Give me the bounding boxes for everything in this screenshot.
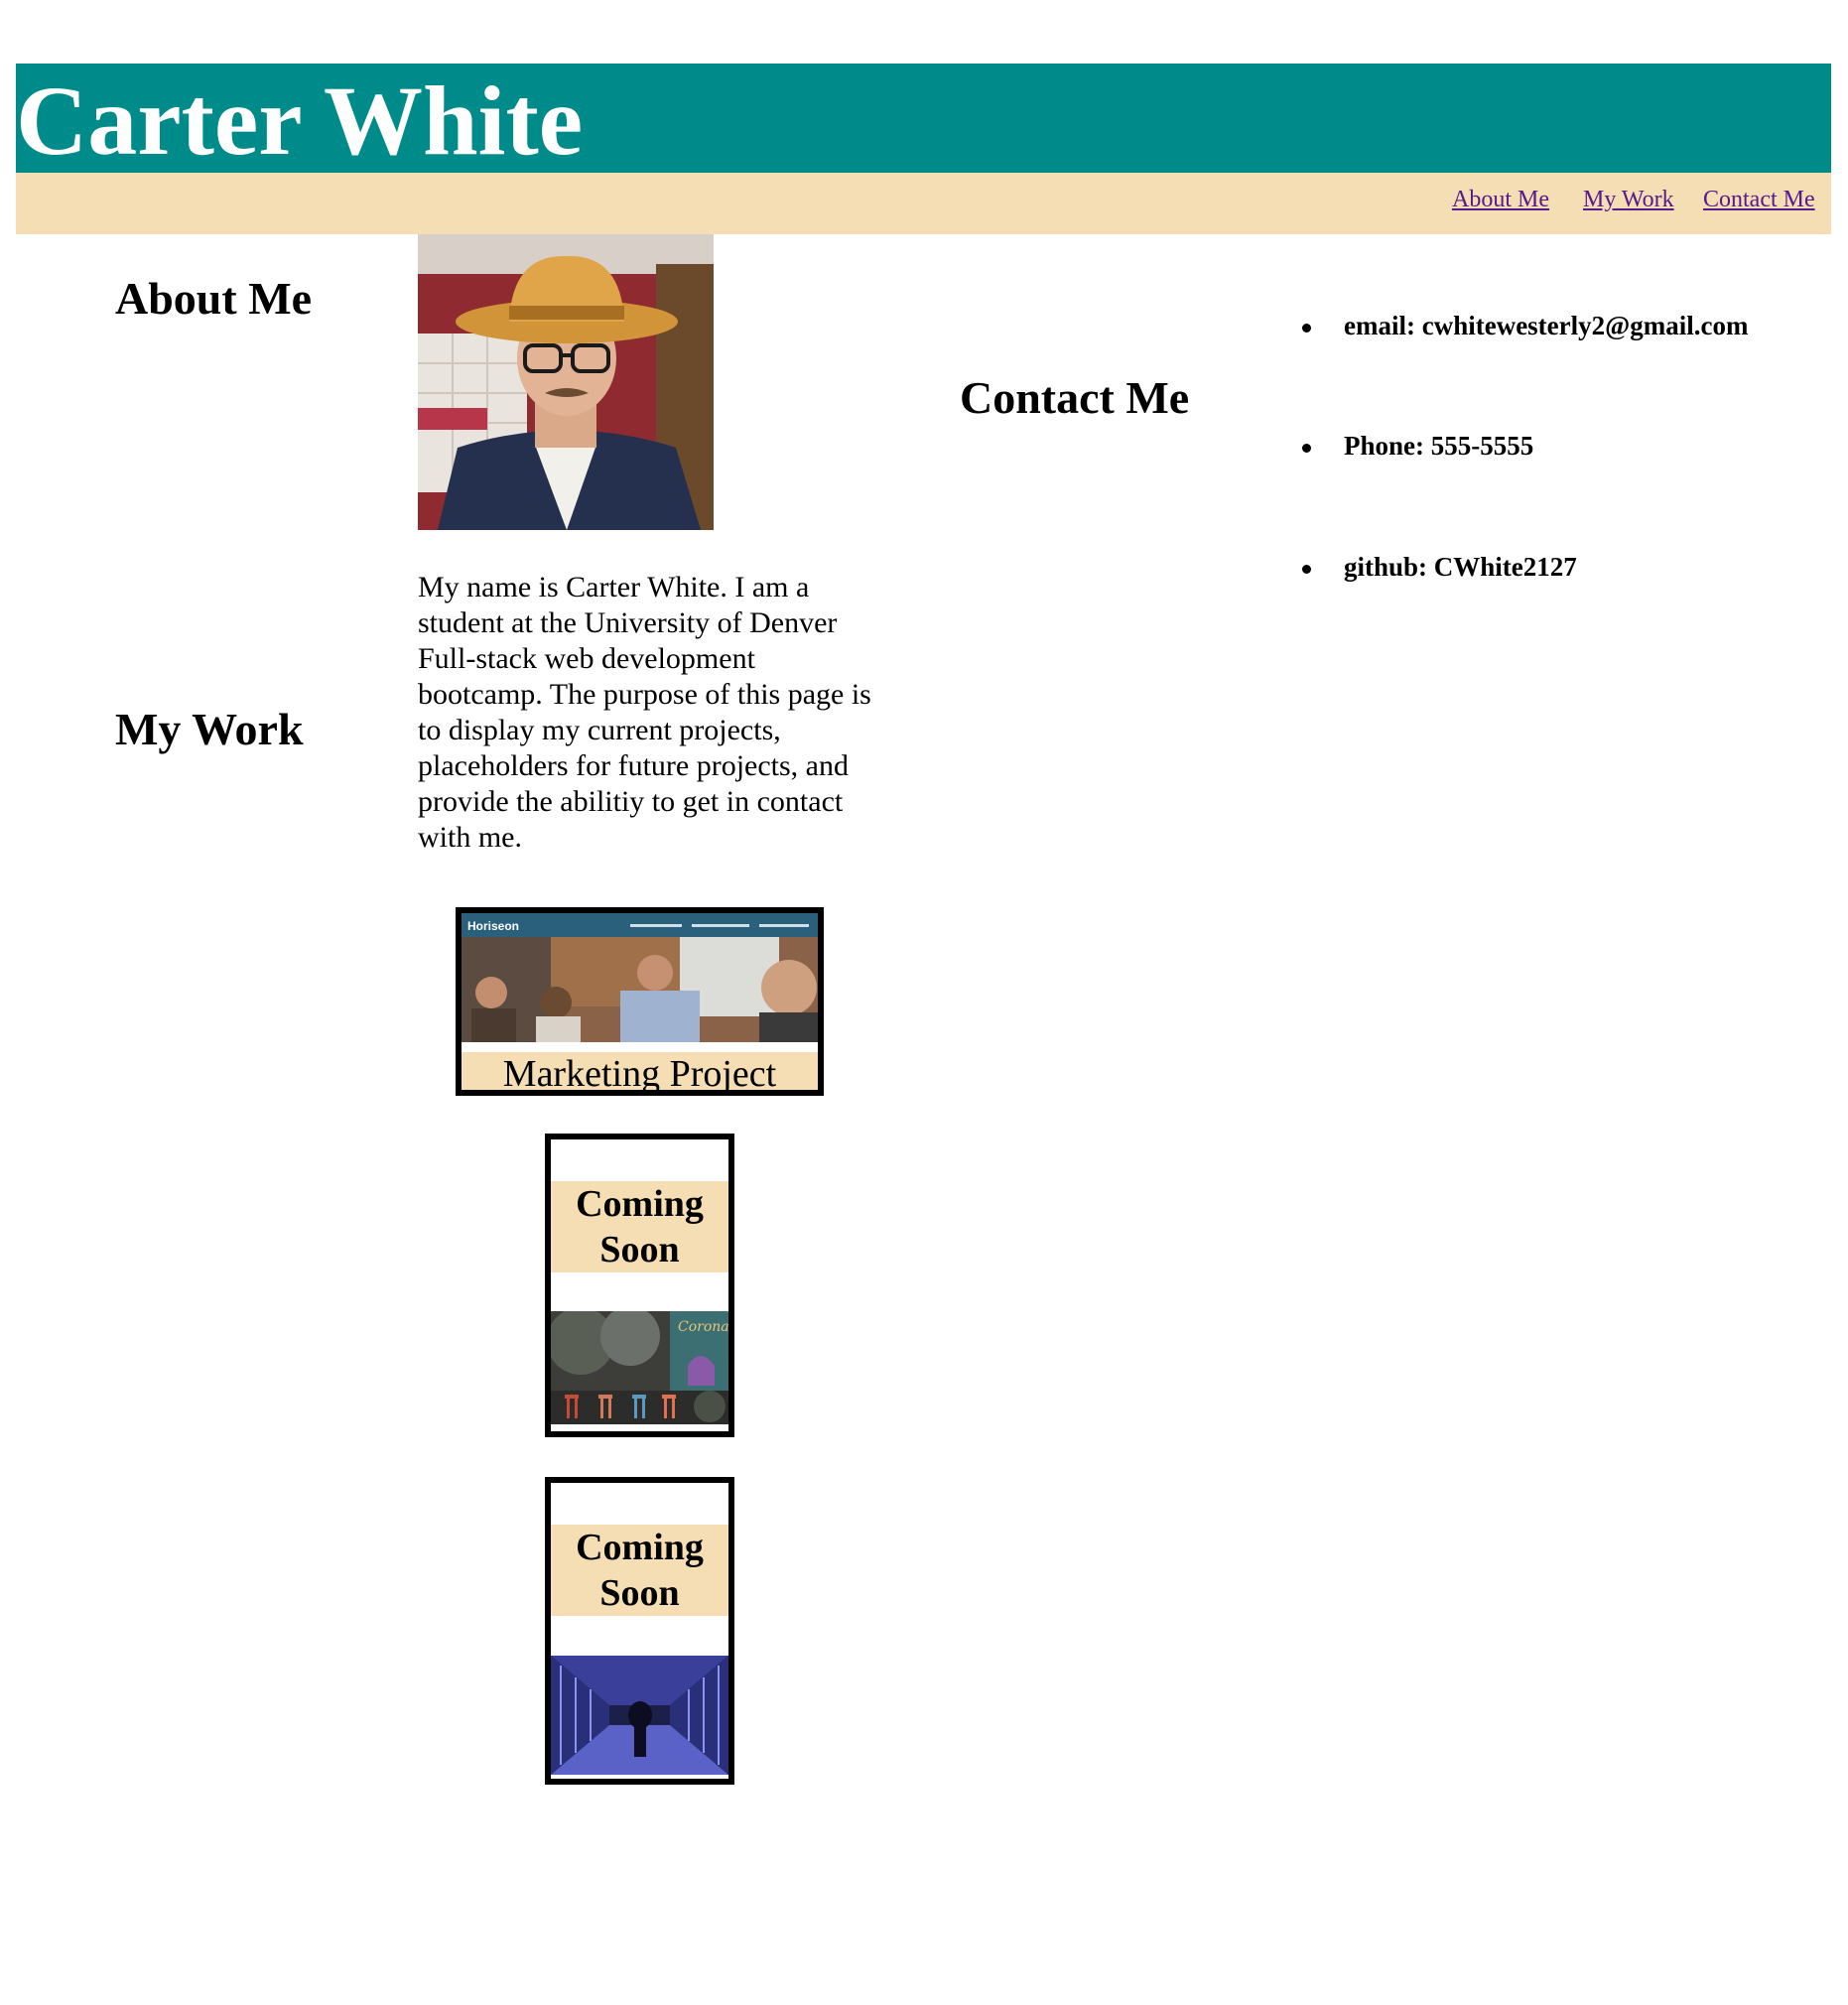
contact-item-email: email: cwhitewesterly2@gmail.com bbox=[1302, 311, 1749, 341]
contact-item-github: github: CWhite2127 bbox=[1302, 552, 1577, 583]
nav-link-my-work[interactable]: My Work bbox=[1583, 187, 1674, 213]
contact-email-text: email: cwhitewesterly2@gmail.com bbox=[1344, 311, 1749, 340]
nav-link-about-me[interactable]: About Me bbox=[1452, 187, 1549, 213]
contact-item-phone: Phone: 555-5555 bbox=[1302, 431, 1534, 462]
list-bullet bbox=[1302, 444, 1311, 453]
marketing-project-label: Marketing Project bbox=[462, 1052, 818, 1095]
contact-me-heading: Contact Me bbox=[960, 372, 1190, 423]
project-card-coming-soon-1[interactable]: Coming Soon Corona bbox=[545, 1134, 734, 1437]
nav-link-contact-me[interactable]: Contact Me bbox=[1703, 187, 1815, 213]
about-me-heading: About Me bbox=[115, 273, 313, 324]
my-work-heading: My Work bbox=[115, 704, 304, 754]
contact-phone-text: Phone: 555-5555 bbox=[1344, 431, 1534, 461]
project-card-marketing[interactable]: Horiseon Marketing Project bbox=[456, 907, 824, 1096]
marketing-project-thumbnail: Horiseon bbox=[462, 913, 818, 1042]
contact-github-text: github: CWhite2127 bbox=[1344, 552, 1577, 582]
profile-photo bbox=[418, 234, 714, 530]
project-card-coming-soon-2[interactable]: Coming Soon bbox=[545, 1477, 734, 1785]
list-bullet bbox=[1302, 324, 1311, 333]
coming-soon-label: Coming Soon bbox=[551, 1181, 728, 1272]
coming-soon-thumbnail-cafe: Corona bbox=[547, 1306, 729, 1424]
coming-soon-label: Coming Soon bbox=[551, 1525, 728, 1616]
bio-text: My name is Carter White. I am a student … bbox=[418, 571, 871, 854]
svg-text:Corona: Corona bbox=[678, 1319, 728, 1335]
horiseon-brand-text: Horiseon bbox=[467, 919, 519, 933]
site-title: Carter White bbox=[16, 66, 584, 176]
list-bullet bbox=[1302, 565, 1311, 574]
top-nav: About Me My Work Contact Me bbox=[16, 173, 1831, 234]
coming-soon-thumbnail-tunnel bbox=[551, 1656, 728, 1775]
